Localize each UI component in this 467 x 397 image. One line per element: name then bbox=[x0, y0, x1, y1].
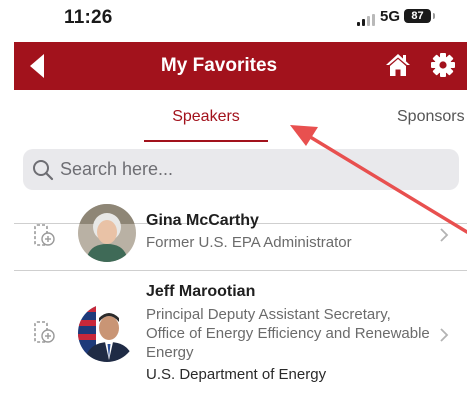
nav-bar: My Favorites bbox=[14, 42, 467, 90]
chevron-right-icon bbox=[440, 228, 449, 242]
search-icon bbox=[33, 160, 54, 181]
tab-bar: Speakers Sponsors bbox=[14, 94, 467, 142]
status-bar: 11:26 5G 87 bbox=[0, 0, 467, 40]
battery-tip bbox=[433, 13, 435, 19]
battery-icon: 87 bbox=[404, 9, 431, 23]
speaker-name: Jeff Marootian bbox=[146, 283, 256, 300]
avatar bbox=[78, 304, 136, 362]
search-bar[interactable] bbox=[23, 149, 459, 190]
speaker-row-jeff-marootian[interactable]: Jeff Marootian Principal Deputy Assistan… bbox=[14, 271, 467, 397]
gear-icon bbox=[431, 53, 455, 77]
speaker-title: Former U.S. EPA Administrator bbox=[146, 234, 352, 251]
avatar bbox=[78, 204, 136, 262]
home-button[interactable] bbox=[384, 51, 412, 79]
chevron-right-icon bbox=[440, 328, 449, 342]
settings-button[interactable] bbox=[429, 51, 457, 79]
speaker-title: Principal Deputy Assistant Secretary, Of… bbox=[146, 306, 430, 361]
search-input[interactable] bbox=[60, 149, 450, 190]
speaker-organization: U.S. Department of Energy bbox=[146, 366, 327, 383]
tab-speakers[interactable]: Speakers bbox=[144, 94, 268, 142]
signal-strength-icon bbox=[357, 14, 377, 26]
add-to-device-icon[interactable] bbox=[34, 321, 56, 345]
tab-sponsors[interactable]: Sponsors bbox=[397, 94, 465, 140]
network-type: 5G bbox=[380, 8, 401, 25]
page-title: My Favorites bbox=[160, 55, 278, 76]
status-time: 11:26 bbox=[64, 7, 113, 28]
add-to-device-icon[interactable] bbox=[34, 224, 56, 248]
speaker-name: Gina McCarthy bbox=[146, 212, 259, 229]
home-icon bbox=[386, 54, 410, 76]
speaker-row-gina-mccarthy[interactable]: Gina McCarthy Former U.S. EPA Administra… bbox=[14, 204, 467, 269]
